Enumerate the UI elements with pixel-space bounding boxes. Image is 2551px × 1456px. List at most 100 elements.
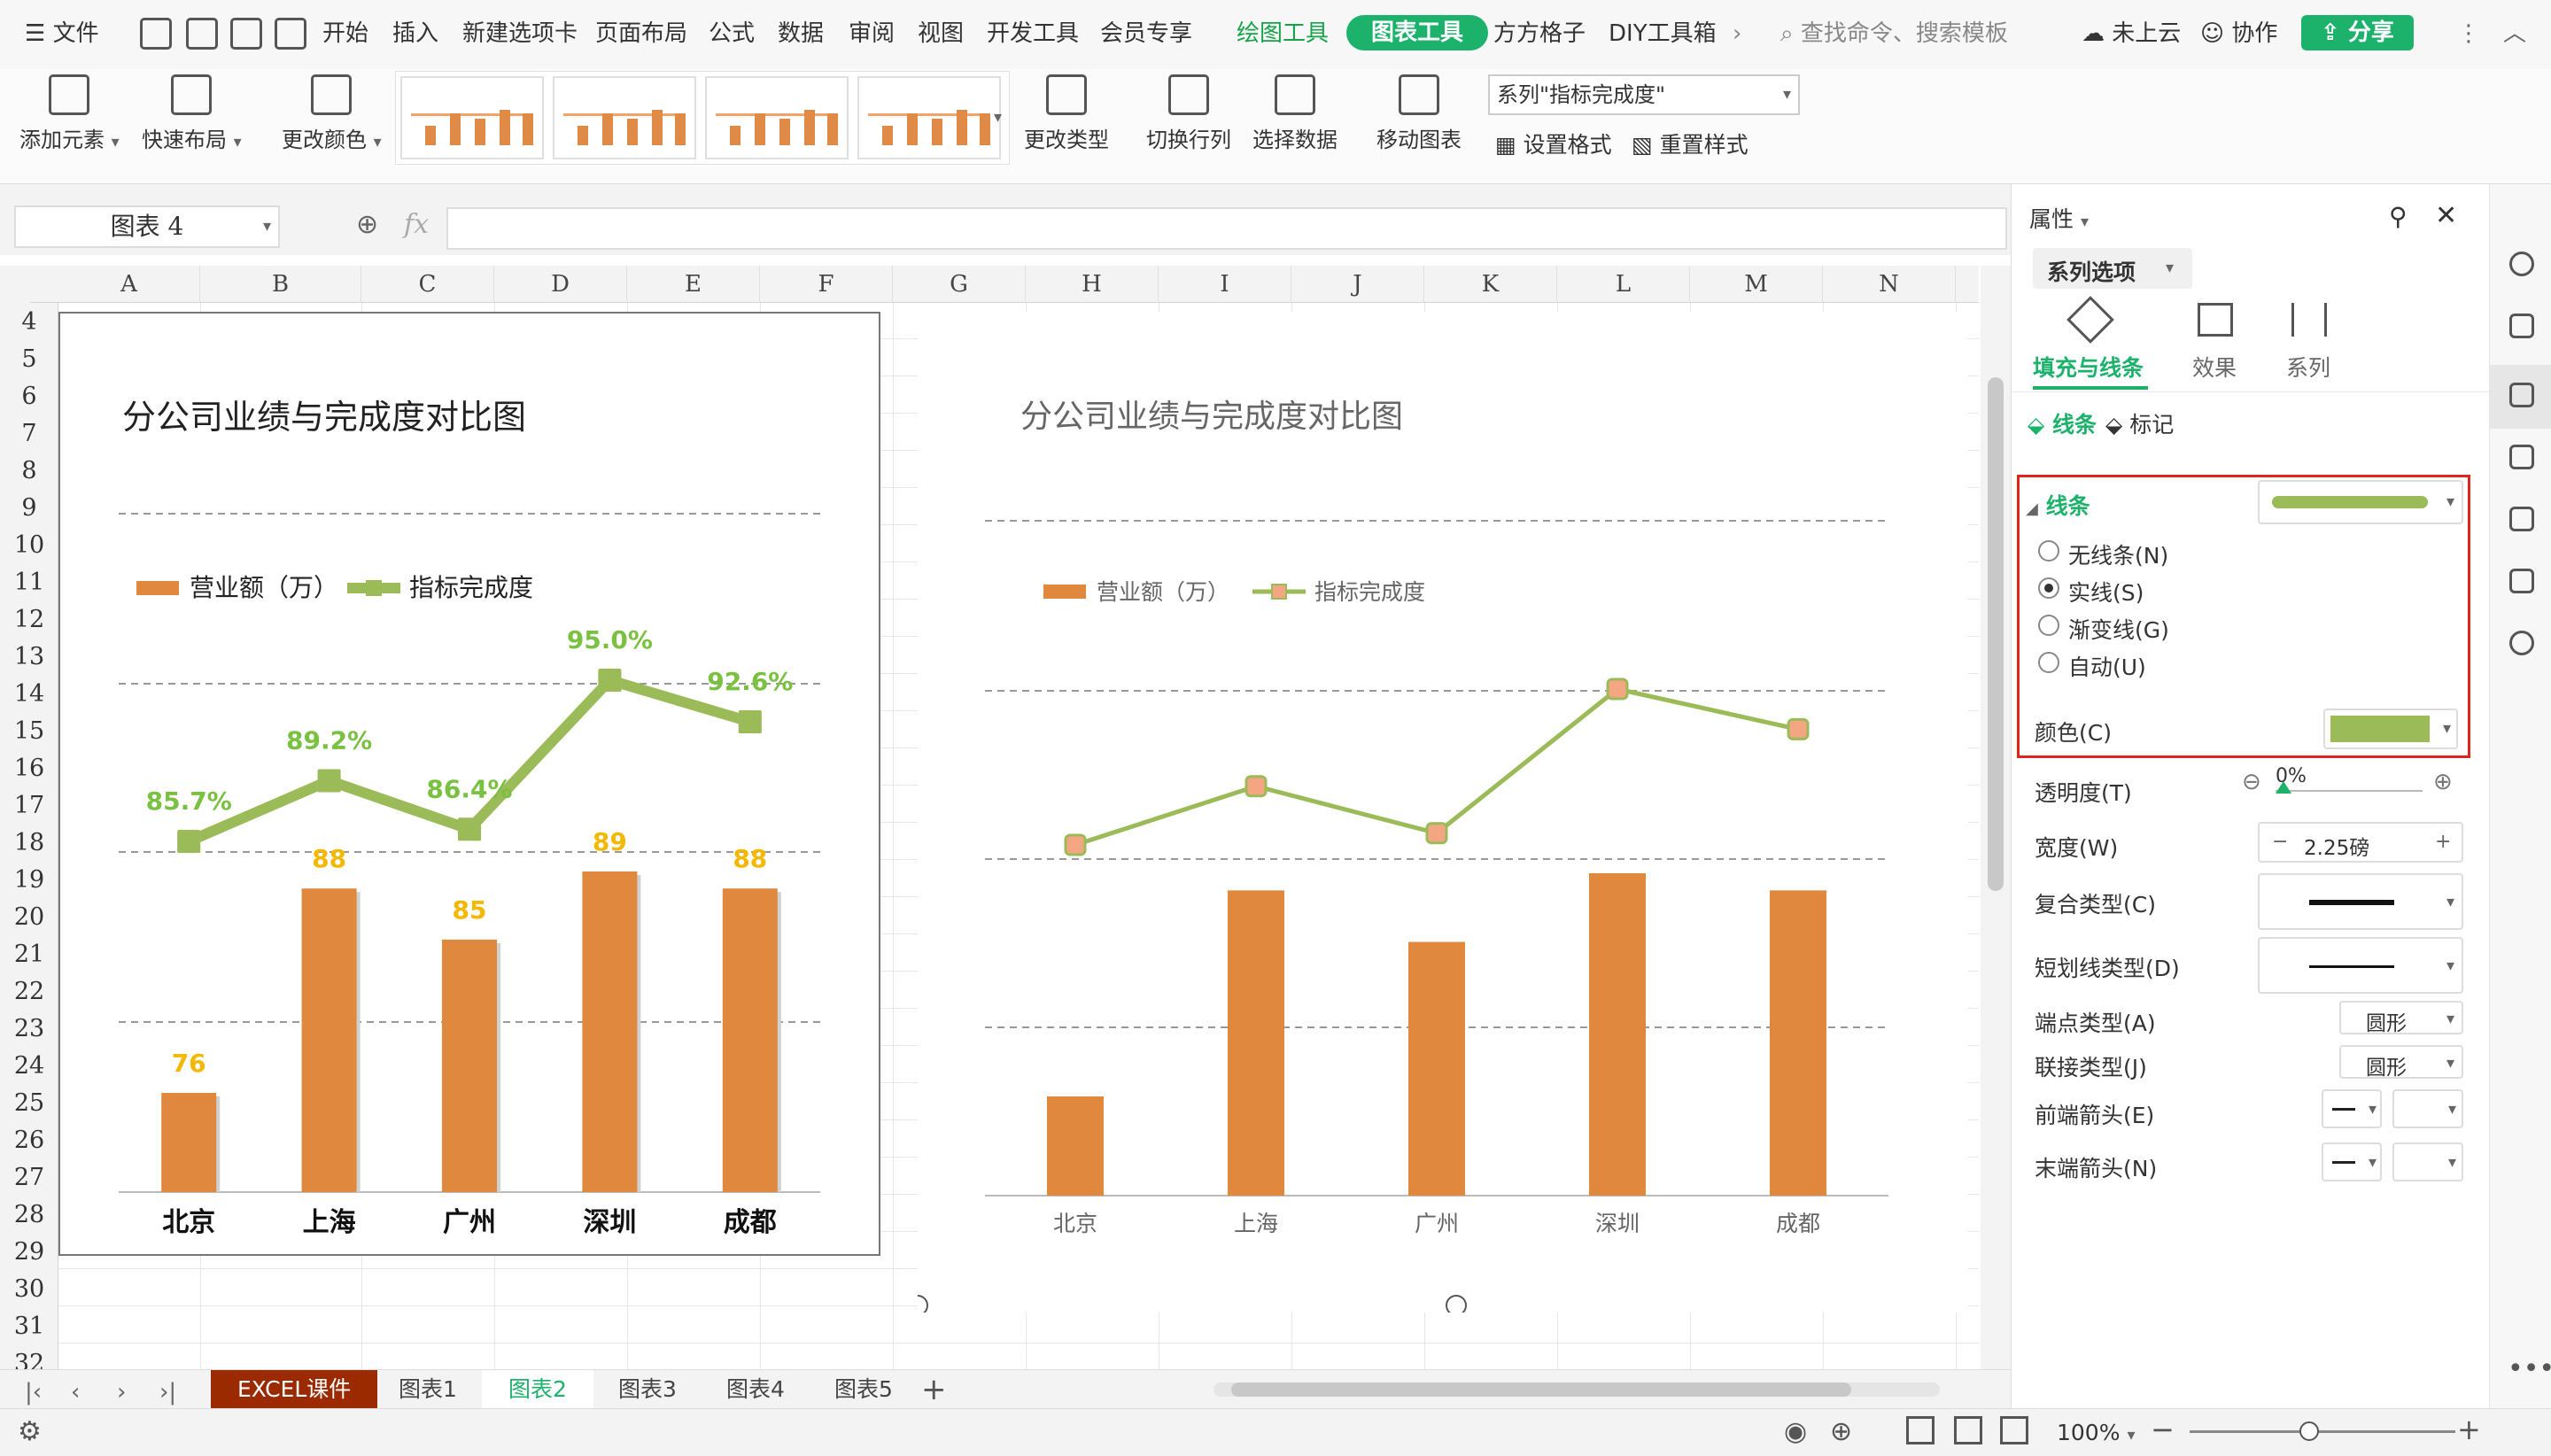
pin-icon[interactable]: ⚲: [2389, 202, 2408, 231]
normal-view-icon[interactable]: [1906, 1416, 1935, 1444]
radio-gradient-line-label[interactable]: 渐变线(G): [2068, 613, 2169, 645]
quick-layout-button[interactable]: 快速布局 ▾: [142, 74, 242, 153]
export-icon[interactable]: [186, 18, 218, 50]
width-increment[interactable]: +: [2435, 831, 2451, 853]
page-layout-view-icon[interactable]: [1954, 1416, 1982, 1444]
width-decrement[interactable]: −: [2272, 831, 2288, 853]
column-header-m[interactable]: M: [1690, 266, 1823, 303]
change-color-button[interactable]: 更改颜色 ▾: [282, 74, 382, 153]
menu-new-tab[interactable]: 新建选项卡: [462, 16, 578, 51]
row-header-26[interactable]: 26: [0, 1127, 58, 1154]
sheet-tab-chart2[interactable]: 图表2: [482, 1370, 593, 1409]
first-sheet-icon[interactable]: |‹: [25, 1379, 42, 1406]
column-header-d[interactable]: D: [494, 266, 627, 303]
reset-style-button[interactable]: ▧ 重置样式: [1632, 128, 1748, 159]
eye-protect-icon[interactable]: ◉: [1784, 1416, 1807, 1447]
cap-type-dropdown[interactable]: 圆形 ▾: [2339, 1001, 2463, 1035]
zoom-slider-thumb[interactable]: [2299, 1421, 2319, 1441]
collapse-ribbon-icon[interactable]: ︿: [2503, 16, 2526, 51]
next-sheet-icon[interactable]: ›: [117, 1379, 126, 1406]
vertical-scroll-thumb[interactable]: [1988, 377, 2004, 891]
menu-fangfang[interactable]: 方方格子: [1493, 16, 1586, 51]
more-tabs-icon[interactable]: ›: [1733, 16, 1741, 51]
row-header-14[interactable]: 14: [0, 680, 58, 708]
close-icon[interactable]: ✕: [2435, 200, 2457, 231]
sheet-tab-chart4[interactable]: 图表4: [700, 1370, 811, 1409]
color-picker[interactable]: ▾: [2323, 709, 2458, 749]
panel-title[interactable]: 属性 ▾: [2029, 202, 2089, 234]
column-header-k[interactable]: K: [1424, 266, 1557, 303]
begin-arrow-type[interactable]: ▾: [2322, 1089, 2382, 1128]
zoom-slider-track[interactable]: [2190, 1430, 2455, 1433]
menu-review[interactable]: 审阅: [849, 16, 895, 51]
radio-gradient-line[interactable]: [2038, 615, 2059, 636]
line-style-dropdown[interactable]: ▾: [2258, 480, 2463, 524]
center-icon[interactable]: ⊕: [1830, 1416, 1852, 1447]
row-header-27[interactable]: 27: [0, 1164, 58, 1191]
transparency-plus-icon[interactable]: ⊕: [2433, 769, 2453, 795]
row-header-24[interactable]: 24: [0, 1052, 58, 1080]
chart-style-1[interactable]: [400, 76, 544, 159]
name-box[interactable]: 图表 4 ▾: [14, 205, 280, 248]
series-options-dropdown[interactable]: 系列选项 ▾: [2033, 248, 2192, 289]
row-header-20[interactable]: 20: [0, 903, 58, 931]
share-button[interactable]: ⇪ 分享: [2301, 15, 2414, 50]
tab-fill-line[interactable]: 填充与线条: [2033, 296, 2148, 390]
zoom-out-icon[interactable]: −: [2151, 1413, 2175, 1446]
vertical-scrollbar[interactable]: [1981, 266, 2011, 1369]
line-section-header[interactable]: ◢ 线条: [2026, 489, 2090, 521]
subtab-line[interactable]: ⬙ 线条: [2028, 407, 2097, 439]
chart-1[interactable]: 分公司业绩与完成度对比图 营业额（万） 指标完成度 76 北京 88 上海 85 广州 89 深圳 8…: [58, 312, 880, 1256]
row-header-12[interactable]: 12: [0, 606, 58, 633]
select-cursor-icon[interactable]: [2509, 314, 2534, 338]
horizontal-scroll-thumb[interactable]: [1231, 1382, 1851, 1397]
switch-rowcol-button[interactable]: 切换行列: [1146, 74, 1231, 153]
row-header-30[interactable]: 30: [0, 1275, 58, 1303]
tab-effects[interactable]: 效果: [2180, 298, 2251, 386]
column-header-f[interactable]: F: [760, 266, 893, 303]
menu-developer[interactable]: 开发工具: [987, 16, 1079, 51]
end-arrow-size[interactable]: ▾: [2392, 1142, 2463, 1181]
radio-no-line[interactable]: [2038, 540, 2059, 561]
row-header-5[interactable]: 5: [0, 345, 58, 373]
row-header-22[interactable]: 22: [0, 978, 58, 1005]
change-type-button[interactable]: 更改类型: [1024, 74, 1109, 153]
row-header-4[interactable]: 4: [0, 308, 58, 336]
cloud-status[interactable]: ☁ 未上云: [2082, 16, 2181, 51]
column-header-n[interactable]: N: [1823, 266, 1956, 303]
row-header-17[interactable]: 17: [0, 792, 58, 819]
row-header-9[interactable]: 9: [0, 494, 58, 522]
join-type-dropdown[interactable]: 圆形 ▾: [2339, 1045, 2463, 1080]
radio-solid-line-label[interactable]: 实线(S): [2068, 576, 2144, 608]
column-header-i[interactable]: I: [1159, 266, 1291, 303]
row-header-8[interactable]: 8: [0, 457, 58, 484]
radio-solid-line[interactable]: [2038, 577, 2059, 599]
menu-view[interactable]: 视图: [918, 16, 964, 51]
radio-auto-line[interactable]: [2038, 652, 2059, 673]
add-element-button[interactable]: 添加元素 ▾: [19, 74, 120, 153]
zoom-level[interactable]: 100% ▾: [2057, 1420, 2135, 1445]
width-stepper[interactable]: − 2.25磅 +: [2258, 822, 2463, 863]
more-icon[interactable]: •••: [2508, 1353, 2551, 1384]
tab-series[interactable]: 系列: [2274, 298, 2345, 386]
menu-diy-toolbox[interactable]: DIY工具箱: [1609, 16, 1717, 51]
begin-arrow-size[interactable]: ▾: [2392, 1089, 2463, 1128]
menu-member[interactable]: 会员专享: [1100, 16, 1192, 51]
last-sheet-icon[interactable]: ›|: [159, 1379, 176, 1406]
transparency-slider-thumb[interactable]: [2276, 781, 2291, 794]
row-header-25[interactable]: 25: [0, 1089, 58, 1117]
row-header-18[interactable]: 18: [0, 829, 58, 856]
row-header-13[interactable]: 13: [0, 643, 58, 670]
row-header-31[interactable]: 31: [0, 1313, 58, 1340]
collab-button[interactable]: ☺ 协作: [2200, 16, 2277, 51]
row-header-28[interactable]: 28: [0, 1201, 58, 1228]
file-menu[interactable]: ☰ 文件: [25, 16, 99, 51]
save-icon[interactable]: [140, 18, 172, 50]
menu-formula[interactable]: 公式: [709, 16, 755, 51]
dash-type-dropdown[interactable]: ▾: [2258, 937, 2463, 994]
print-preview-icon[interactable]: [275, 18, 306, 50]
row-header-7[interactable]: 7: [0, 420, 58, 447]
menu-insert[interactable]: 插入: [392, 16, 438, 51]
fx-icon[interactable]: fx: [404, 209, 429, 240]
select-all-corner[interactable]: [0, 266, 30, 303]
